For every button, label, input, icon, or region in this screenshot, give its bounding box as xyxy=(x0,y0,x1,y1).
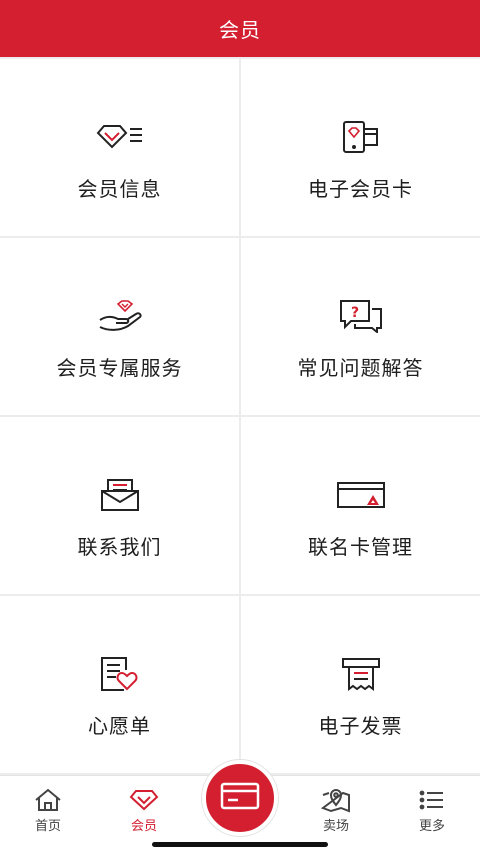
tile-wishlist[interactable]: 心愿单 xyxy=(0,596,239,773)
mail-icon xyxy=(96,477,144,513)
tile-label: 常见问题解答 xyxy=(297,356,424,380)
tile-label: 电子会员卡 xyxy=(308,177,413,201)
svg-text:?: ? xyxy=(351,305,359,321)
tile-exclusive-service[interactable]: 会员专属服务 xyxy=(0,238,239,415)
cobrand-card-icon xyxy=(336,477,385,513)
tab-label: 卖场 xyxy=(322,819,349,834)
home-icon xyxy=(33,787,63,813)
tab-label: 更多 xyxy=(418,819,445,834)
tile-faq[interactable]: ? 常见问题解答 xyxy=(241,238,480,415)
tile-cobrand-card[interactable]: 联名卡管理 xyxy=(241,417,480,594)
tile-label: 联名卡管理 xyxy=(308,535,413,559)
tile-member-info[interactable]: 会员信息 xyxy=(0,59,239,236)
diamond-icon xyxy=(129,787,159,813)
diamond-list-icon xyxy=(96,119,144,155)
home-indicator xyxy=(152,842,328,847)
wishlist-icon xyxy=(96,656,144,692)
tile-e-invoice[interactable]: 电子发票 xyxy=(241,596,480,773)
tile-label: 联系我们 xyxy=(77,535,162,559)
page-title: 会员 xyxy=(219,18,261,42)
list-icon xyxy=(417,787,447,813)
card-icon xyxy=(220,782,260,814)
tile-label: 会员信息 xyxy=(77,177,162,201)
hand-diamond-icon xyxy=(96,298,144,334)
tab-store[interactable]: 卖场 xyxy=(288,776,384,834)
page-header: 会员 xyxy=(0,0,480,57)
phone-card-icon xyxy=(337,119,385,155)
tab-label: 会员 xyxy=(130,819,157,834)
tile-e-member-card[interactable]: 电子会员卡 xyxy=(241,59,480,236)
question-chat-icon: ? xyxy=(337,298,385,334)
tab-more[interactable]: 更多 xyxy=(384,776,480,834)
tab-label: 首页 xyxy=(34,819,61,834)
map-pin-icon xyxy=(321,787,351,813)
tile-contact-us[interactable]: 联系我们 xyxy=(0,417,239,594)
invoice-icon xyxy=(337,656,385,692)
tile-label: 心愿单 xyxy=(88,714,151,738)
tab-member[interactable]: 会员 xyxy=(96,776,192,834)
tile-label: 电子发票 xyxy=(318,714,403,738)
menu-grid: 会员信息 电子会员卡 会员专属服务 ? 常见问题解答 联系我们 联名卡管理 心愿… xyxy=(0,59,480,773)
app-screen: 会员 会员信息 电子会员卡 会员专属服务 ? 常见问题解答 联系我们 联名卡管理… xyxy=(0,0,480,853)
tab-home[interactable]: 首页 xyxy=(0,776,96,834)
member-card-button[interactable] xyxy=(202,760,278,836)
tile-label: 会员专属服务 xyxy=(56,356,183,380)
